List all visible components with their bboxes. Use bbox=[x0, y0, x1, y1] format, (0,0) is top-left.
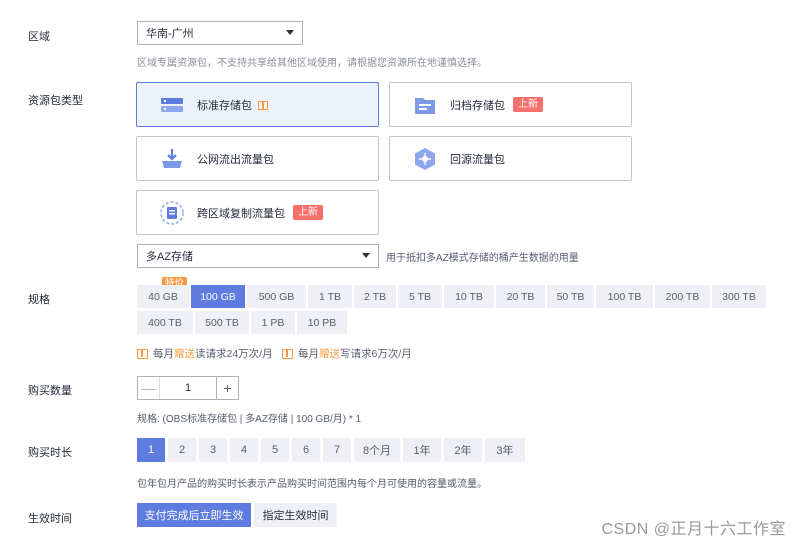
size-option[interactable]: 1 TB bbox=[308, 285, 352, 308]
size-option[interactable]: 100 TB bbox=[596, 285, 653, 308]
new-badge: 上新 bbox=[293, 205, 323, 220]
card-origin-traffic-label: 回源流量包 bbox=[450, 153, 505, 166]
watermark: CSDN @正月十六工作室 bbox=[601, 521, 786, 538]
gift-read-suffix: 读请求24万次/月 bbox=[195, 348, 273, 360]
duration-option[interactable]: 6 bbox=[292, 438, 320, 462]
caret-down-icon bbox=[362, 253, 370, 258]
card-cross-region-label: 跨区域复制流量包 bbox=[197, 207, 285, 220]
size-option[interactable]: 50 TB bbox=[547, 285, 594, 308]
size-option[interactable]: 400 TB bbox=[137, 311, 193, 334]
gift-write-suffix: 写请求6万次/月 bbox=[340, 348, 412, 360]
cross-region-icon bbox=[159, 200, 185, 226]
card-standard-storage-label: 标准存储包 bbox=[197, 99, 252, 112]
gift-read-requests: 每月 赠送 读请求24万次/月 bbox=[137, 346, 273, 361]
duration-option[interactable]: 4 bbox=[230, 438, 258, 462]
storage-type-hint: 用于抵扣多AZ模式存储的桶产生数据的用量 bbox=[386, 253, 579, 264]
effective-specify-button[interactable]: 指定生效时间 bbox=[254, 503, 337, 527]
quantity-stepper[interactable]: — 1 + bbox=[137, 376, 239, 400]
gift-icon bbox=[282, 348, 293, 359]
region-select-value: 华南-广州 bbox=[146, 28, 194, 40]
storage-type-select[interactable]: 多AZ存储 bbox=[137, 244, 379, 268]
duration-label: 购买时长 bbox=[28, 447, 72, 459]
decrement-button[interactable]: — bbox=[138, 377, 160, 399]
card-public-outbound[interactable]: 公网流出流量包 bbox=[136, 136, 379, 181]
size-option[interactable]: 10 PB bbox=[297, 311, 347, 334]
duration-option[interactable]: 2 bbox=[168, 438, 196, 462]
size-option[interactable]: 2 TB bbox=[354, 285, 396, 308]
spec-summary: 规格: (OBS标准存储包 | 多AZ存储 | 100 GB/月) * 1 bbox=[137, 414, 362, 425]
duration-option[interactable]: 7 bbox=[323, 438, 351, 462]
effective-time-label: 生效时间 bbox=[28, 513, 72, 525]
public-outbound-icon bbox=[159, 146, 185, 172]
card-standard-storage[interactable]: 标准存储包 bbox=[136, 82, 379, 127]
duration-option[interactable]: 2年 bbox=[444, 438, 482, 462]
spec-label: 规格 bbox=[28, 294, 50, 306]
standard-storage-icon bbox=[159, 92, 185, 118]
card-archive-storage[interactable]: 归档存储包 上新 bbox=[389, 82, 632, 127]
size-option[interactable]: 40 GB bbox=[137, 285, 189, 308]
gift-read-prefix: 每月 bbox=[153, 348, 174, 360]
size-option[interactable]: 1 PB bbox=[251, 311, 295, 334]
duration-option[interactable]: 5 bbox=[261, 438, 289, 462]
region-select[interactable]: 华南-广州 bbox=[137, 21, 303, 45]
card-origin-traffic[interactable]: 回源流量包 bbox=[389, 136, 632, 181]
size-option[interactable]: 100 GB bbox=[191, 285, 245, 308]
card-archive-storage-label: 归档存储包 bbox=[450, 99, 505, 112]
duration-option[interactable]: 8个月 bbox=[354, 438, 400, 462]
duration-option[interactable]: 3 bbox=[199, 438, 227, 462]
gift-write-highlight: 赠送 bbox=[319, 348, 340, 360]
duration-option[interactable]: 3年 bbox=[485, 438, 525, 462]
size-option[interactable]: 300 TB bbox=[712, 285, 766, 308]
quantity-input[interactable]: 1 bbox=[160, 377, 216, 399]
size-option[interactable]: 500 GB bbox=[247, 285, 306, 308]
duration-option[interactable]: 1年 bbox=[403, 438, 441, 462]
gift-icon bbox=[137, 348, 148, 359]
region-label: 区域 bbox=[28, 31, 50, 43]
caret-down-icon bbox=[286, 30, 294, 35]
duration-hint: 包年包月产品的购买时长表示产品购买时间范围内每个月可使用的容量或流量。 bbox=[137, 479, 487, 490]
new-badge: 上新 bbox=[513, 97, 543, 112]
size-option[interactable]: 10 TB bbox=[444, 285, 494, 308]
gift-write-prefix: 每月 bbox=[298, 348, 319, 360]
duration-option[interactable]: 1 bbox=[137, 438, 165, 462]
quantity-label: 购买数量 bbox=[28, 385, 72, 397]
storage-type-value: 多AZ存储 bbox=[146, 251, 194, 263]
size-option[interactable]: 500 TB bbox=[195, 311, 249, 334]
increment-button[interactable]: + bbox=[216, 377, 238, 399]
origin-traffic-icon bbox=[412, 146, 438, 172]
card-public-outbound-label: 公网流出流量包 bbox=[197, 153, 274, 166]
gift-read-highlight: 赠送 bbox=[174, 348, 195, 360]
card-cross-region[interactable]: 跨区域复制流量包 上新 bbox=[136, 190, 379, 235]
archive-storage-icon bbox=[412, 92, 438, 118]
gift-write-requests: 每月 赠送 写请求6万次/月 bbox=[282, 346, 412, 361]
size-option[interactable]: 200 TB bbox=[655, 285, 710, 308]
gift-icon bbox=[258, 101, 268, 110]
size-option[interactable]: 5 TB bbox=[398, 285, 442, 308]
effective-immediate-button[interactable]: 支付完成后立即生效 bbox=[137, 503, 251, 527]
region-hint: 区域专属资源包，不支持共享给其他区域使用，请根据您资源所在地谨慎选择。 bbox=[137, 58, 487, 69]
size-option[interactable]: 20 TB bbox=[496, 285, 545, 308]
package-type-label: 资源包类型 bbox=[28, 95, 83, 107]
